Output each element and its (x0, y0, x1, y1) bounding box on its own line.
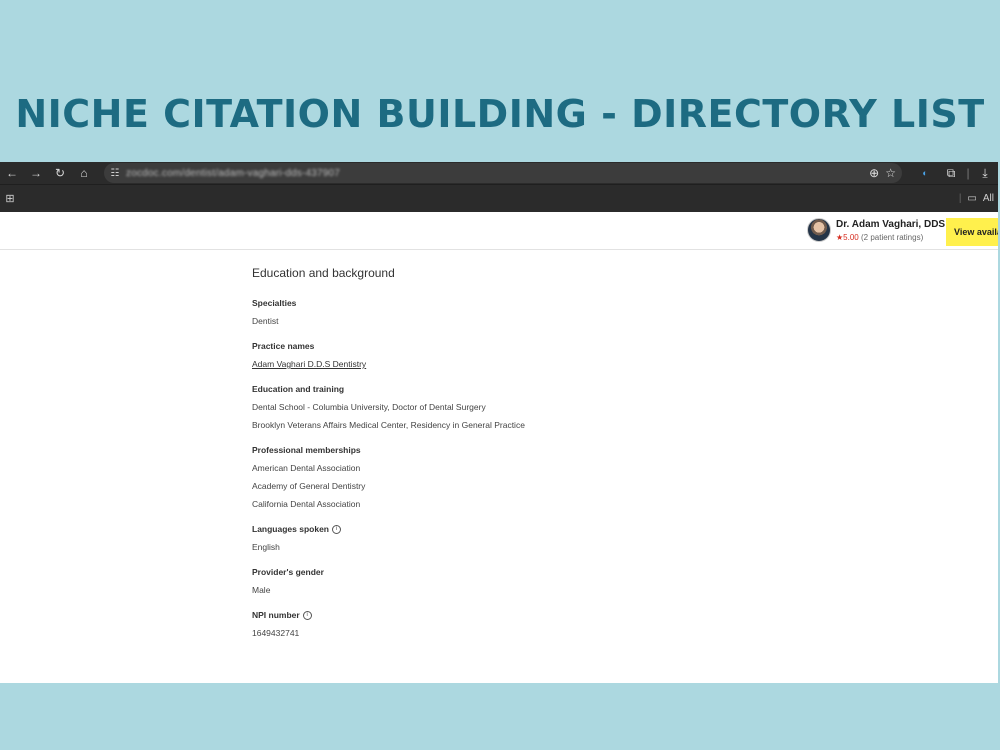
npi-value: 1649432741 (252, 628, 300, 638)
folder-icon[interactable]: ▭ (967, 185, 976, 213)
url-text: zocdoc.com/dentist/adam-vaghari-dds-4379… (126, 167, 341, 179)
doctor-rating: ★5.00 (2 patient ratings) (836, 233, 923, 242)
gender-label: Provider's gender (252, 567, 324, 577)
extensions-puzzle-icon[interactable]: ⧉ (938, 162, 964, 184)
back-icon[interactable]: ← (0, 162, 24, 184)
practice-name-link[interactable]: Adam Vaghari D.D.S Dentistry (252, 359, 852, 370)
browser-toolbar: ← → ↻ ⌂ ☷ zocdoc.com/dentist/adam-vaghar… (0, 162, 998, 184)
info-icon[interactable]: i (302, 610, 312, 620)
membership-item: American Dental Association (252, 463, 361, 473)
memberships-label: Professional memberships (252, 445, 361, 455)
address-bar[interactable]: ☷ zocdoc.com/dentist/adam-vaghari-dds-43… (104, 163, 902, 183)
zoom-icon[interactable]: ⊕ (869, 163, 879, 183)
membership-item: Academy of General Dentistry (252, 481, 366, 491)
gender-value: Male (252, 585, 271, 595)
specialties-label: Specialties (252, 298, 297, 308)
page-headline: NICHE CITATION BUILDING - DIRECTORY LIST (15, 92, 985, 136)
doctor-name: Dr. Adam Vaghari, DDS (836, 219, 946, 230)
languages-label: Languages spoken (252, 524, 329, 534)
memberships-block: Professional memberships American Dental… (252, 445, 852, 510)
toolbar-divider: | (966, 166, 970, 180)
doctor-avatar (807, 218, 831, 242)
reload-icon[interactable]: ↻ (48, 162, 72, 184)
section-title: Education and background (252, 266, 395, 280)
download-icon[interactable]: ⤓ (972, 162, 998, 184)
browser-screenshot: ← → ↻ ⌂ ☷ zocdoc.com/dentist/adam-vaghar… (0, 162, 998, 683)
forward-icon[interactable]: → (24, 162, 48, 184)
all-bookmarks-label[interactable]: All (983, 185, 994, 213)
apps-grid-icon[interactable]: ⊞ (0, 192, 20, 205)
education-block: Education and training Dental School - C… (252, 384, 852, 431)
rating-score: 5.00 (843, 233, 859, 242)
education-label: Education and training (252, 384, 345, 394)
languages-block: Languages spoken i English (252, 524, 852, 553)
membership-item: California Dental Association (252, 499, 361, 509)
education-item: Brooklyn Veterans Affairs Medical Center… (252, 420, 525, 430)
npi-label-row: NPI number i (252, 610, 852, 620)
language-value: English (252, 542, 280, 552)
info-icon[interactable]: i (332, 524, 341, 534)
specialties-block: Specialties Dentist (252, 298, 852, 327)
gender-block: Provider's gender Male (252, 567, 852, 596)
practice-names-block: Practice names Adam Vaghari D.D.S Dentis… (252, 341, 852, 370)
profile-header: Dr. Adam Vaghari, DDS ★5.00 (2 patient r… (0, 212, 998, 250)
view-availability-button[interactable]: View availability (946, 218, 998, 246)
npi-block: NPI number i 1649432741 (252, 610, 852, 639)
npi-label: NPI number (252, 610, 300, 620)
practice-names-label: Practice names (252, 341, 315, 351)
education-background-section: Education and background Specialties Den… (252, 266, 852, 653)
rating-count[interactable]: (2 patient ratings) (861, 233, 923, 242)
site-info-icon[interactable]: ☷ (104, 168, 126, 179)
home-icon[interactable]: ⌂ (72, 162, 96, 184)
languages-label-row: Languages spoken i (252, 524, 852, 534)
bookmarks-divider: | (958, 193, 962, 204)
education-item: Dental School - Columbia University, Doc… (252, 402, 486, 412)
bookmarks-bar: ⊞ | ▭ All (0, 184, 998, 212)
bookmark-star-icon[interactable]: ☆ (885, 163, 896, 183)
specialty-value: Dentist (252, 316, 279, 326)
extension-icon[interactable]: ◐ (912, 162, 938, 184)
